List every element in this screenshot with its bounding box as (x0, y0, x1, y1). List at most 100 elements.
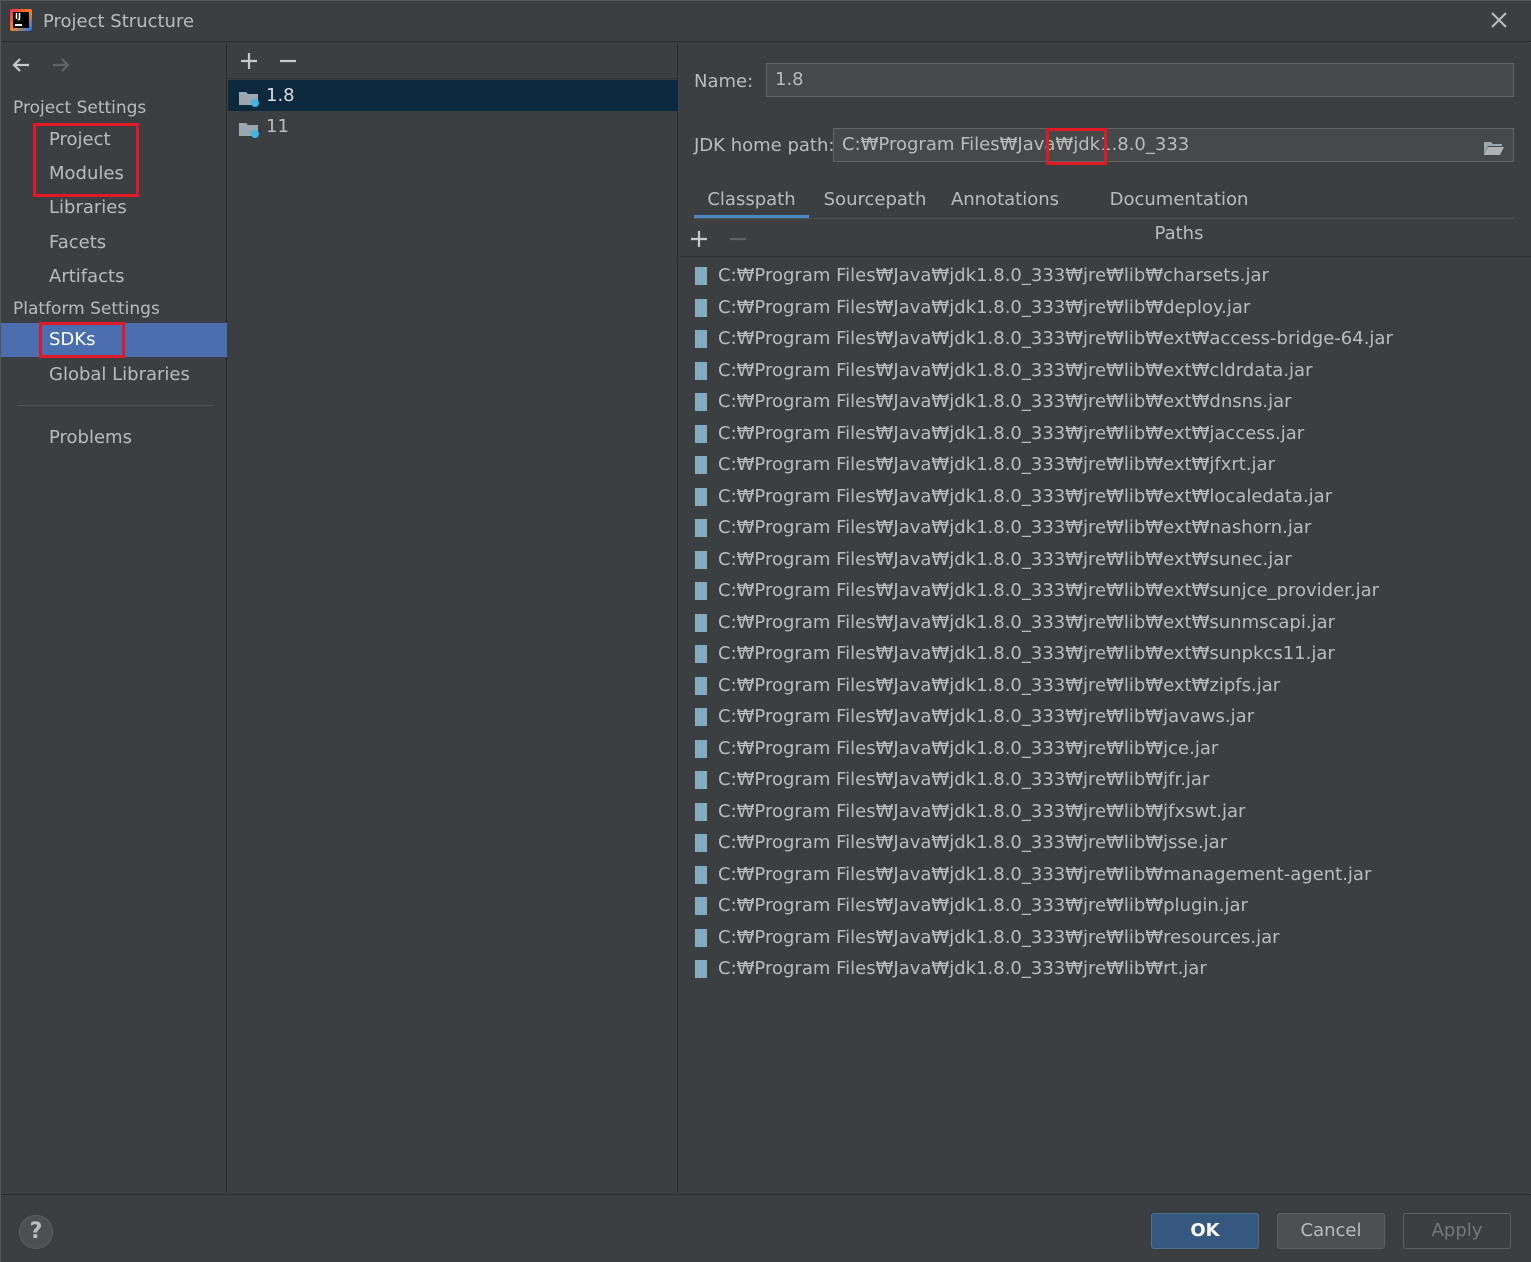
sdk-item-11[interactable]: 11 (228, 111, 678, 142)
classpath-item-label: C:₩Program Files₩Java₩jdk1.8.0_333₩jre₩l… (718, 422, 1305, 444)
classpath-item[interactable]: C:₩Program Files₩Java₩jdk1.8.0_333₩jre₩l… (691, 356, 1313, 386)
jar-file-icon (694, 329, 708, 349)
classpath-item-label: C:₩Program Files₩Java₩jdk1.8.0_333₩jre₩l… (718, 832, 1228, 853)
classpath-toolbar (679, 221, 1531, 257)
jdk-folder-icon (238, 117, 260, 138)
intellij-logo-icon: IJ (10, 9, 32, 31)
classpath-item-label: C:₩Program Files₩Java₩jdk1.8.0_333₩jre₩l… (718, 580, 1380, 601)
classpath-item[interactable]: C:₩Program Files₩Java₩jdk1.8.0_333₩jre₩l… (691, 608, 1335, 638)
classpath-item[interactable]: C:₩Program Files₩Java₩jdk1.8.0_333₩jre₩l… (691, 450, 1275, 480)
sidebar-item-facets[interactable]: Facets (1, 226, 227, 260)
title-bar: IJ Project Structure (1, 1, 1531, 42)
sdk-item-1-8[interactable]: 1.8 (228, 80, 678, 111)
tab-classpath[interactable]: Classpath (694, 183, 809, 219)
classpath-item-label: C:₩Program Files₩Java₩jdk1.8.0_333₩jre₩l… (718, 517, 1312, 538)
sidebar-item-modules[interactable]: Modules (1, 157, 227, 191)
jar-file-icon (694, 424, 708, 444)
classpath-item-label: C:₩Program Files₩Java₩jdk1.8.0_333₩jre₩l… (718, 643, 1335, 664)
sdk-item-label: 11 (266, 116, 289, 137)
classpath-item-label: C:₩Program Files₩Java₩jdk1.8.0_333₩jre₩l… (718, 611, 1336, 633)
classpath-item[interactable]: C:₩Program Files₩Java₩jdk1.8.0_333₩jre₩l… (691, 954, 1207, 984)
sidebar-item-sdks[interactable]: SDKs (1, 323, 227, 357)
classpath-item-label: C:₩Program Files₩Java₩jdk1.8.0_333₩jre₩l… (718, 737, 1219, 759)
apply-button[interactable]: Apply (1403, 1213, 1511, 1249)
tab-sourcepath[interactable]: Sourcepath (820, 183, 930, 219)
jar-file-icon (694, 802, 708, 822)
close-icon[interactable] (1486, 7, 1512, 33)
jar-file-icon (694, 865, 708, 885)
sidebar-item-project[interactable]: Project (1, 123, 227, 157)
classpath-item[interactable]: C:₩Program Files₩Java₩jdk1.8.0_333₩jre₩l… (691, 261, 1269, 291)
back-arrow-icon[interactable] (9, 53, 33, 77)
sidebar-divider (17, 405, 213, 406)
jar-file-icon (694, 676, 708, 696)
classpath-item[interactable]: C:₩Program Files₩Java₩jdk1.8.0_333₩jre₩l… (691, 702, 1254, 732)
classpath-item[interactable]: C:₩Program Files₩Java₩jdk1.8.0_333₩jre₩l… (691, 639, 1335, 669)
tab-annotations[interactable]: Annotations (950, 183, 1060, 219)
jar-file-icon (694, 518, 708, 538)
classpath-item[interactable]: C:₩Program Files₩Java₩jdk1.8.0_333₩jre₩l… (691, 828, 1227, 858)
window-title: Project Structure (43, 11, 195, 32)
help-button[interactable]: ? (19, 1215, 53, 1249)
cancel-button[interactable]: Cancel (1277, 1213, 1385, 1249)
classpath-item[interactable]: C:₩Program Files₩Java₩jdk1.8.0_333₩jre₩l… (691, 293, 1250, 323)
jar-file-icon (694, 770, 708, 790)
jar-file-icon (694, 487, 708, 507)
remove-classpath-icon[interactable] (726, 227, 750, 251)
classpath-item[interactable]: C:₩Program Files₩Java₩jdk1.8.0_333₩jre₩l… (691, 419, 1304, 449)
classpath-item[interactable]: C:₩Program Files₩Java₩jdk1.8.0_333₩jre₩l… (691, 545, 1292, 575)
jar-file-icon (694, 298, 708, 318)
classpath-item-label: C:₩Program Files₩Java₩jdk1.8.0_333₩jre₩l… (718, 863, 1372, 885)
ok-button[interactable]: OK (1151, 1213, 1259, 1249)
jdk-home-path-label: JDK home path: (694, 135, 835, 156)
classpath-item[interactable]: C:₩Program Files₩Java₩jdk1.8.0_333₩jre₩l… (691, 576, 1379, 606)
sdk-list: 1.8 11 (228, 80, 678, 142)
classpath-item[interactable]: C:₩Program Files₩Java₩jdk1.8.0_333₩jre₩l… (691, 923, 1280, 953)
jar-file-icon (694, 361, 708, 381)
remove-icon[interactable] (276, 49, 300, 73)
jar-file-icon (694, 928, 708, 948)
sdk-list-panel: 1.8 11 (228, 43, 678, 1193)
tabs-underline (694, 218, 1514, 219)
name-field[interactable]: 1.8 (766, 63, 1514, 97)
jdk-home-path-field[interactable]: C:₩Program Files₩Java₩jdk1.8.0_333 (833, 128, 1514, 162)
jdk-folder-icon (238, 86, 260, 107)
jar-file-icon (694, 707, 708, 727)
jar-file-icon (694, 550, 708, 570)
classpath-item[interactable]: C:₩Program Files₩Java₩jdk1.8.0_333₩jre₩l… (691, 387, 1292, 417)
sidebar-item-libraries[interactable]: Libraries (1, 191, 227, 225)
classpath-item-label: C:₩Program Files₩Java₩jdk1.8.0_333₩jre₩l… (718, 895, 1248, 916)
name-label: Name: (694, 71, 754, 92)
jar-file-icon (694, 581, 708, 601)
project-structure-dialog: IJ Project Structure Project Settings Pr… (0, 0, 1531, 1262)
classpath-item-label: C:₩Program Files₩Java₩jdk1.8.0_333₩jre₩l… (718, 958, 1207, 979)
sidebar-item-global-libraries[interactable]: Global Libraries (1, 358, 227, 392)
classpath-item[interactable]: C:₩Program Files₩Java₩jdk1.8.0_333₩jre₩l… (691, 891, 1248, 921)
sidebar-item-problems[interactable]: Problems (1, 421, 227, 455)
sdk-toolbar (228, 43, 678, 79)
classpath-item[interactable]: C:₩Program Files₩Java₩jdk1.8.0_333₩jre₩l… (691, 482, 1332, 512)
classpath-item[interactable]: C:₩Program Files₩Java₩jdk1.8.0_333₩jre₩l… (691, 513, 1311, 543)
classpath-item-label: C:₩Program Files₩Java₩jdk1.8.0_333₩jre₩l… (718, 328, 1393, 349)
jar-file-icon (694, 959, 708, 979)
classpath-item-label: C:₩Program Files₩Java₩jdk1.8.0_333₩jre₩l… (718, 926, 1280, 948)
classpath-item[interactable]: C:₩Program Files₩Java₩jdk1.8.0_333₩jre₩l… (691, 671, 1280, 701)
tab-documentation-paths[interactable]: Documentation Paths (1084, 183, 1274, 244)
classpath-item[interactable]: C:₩Program Files₩Java₩jdk1.8.0_333₩jre₩l… (691, 765, 1209, 795)
classpath-item-label: C:₩Program Files₩Java₩jdk1.8.0_333₩jre₩l… (718, 391, 1292, 412)
classpath-item-label: C:₩Program Files₩Java₩jdk1.8.0_333₩jre₩l… (718, 485, 1333, 507)
classpath-item[interactable]: C:₩Program Files₩Java₩jdk1.8.0_333₩jre₩l… (691, 734, 1218, 764)
classpath-item-label: C:₩Program Files₩Java₩jdk1.8.0_333₩jre₩l… (718, 548, 1292, 570)
classpath-item-label: C:₩Program Files₩Java₩jdk1.8.0_333₩jre₩l… (718, 454, 1275, 475)
platform-settings-heading: Platform Settings (13, 299, 160, 319)
forward-arrow-icon[interactable] (49, 53, 73, 77)
classpath-item[interactable]: C:₩Program Files₩Java₩jdk1.8.0_333₩jre₩l… (691, 797, 1245, 827)
classpath-item-label: C:₩Program Files₩Java₩jdk1.8.0_333₩jre₩l… (718, 296, 1251, 318)
sidebar-item-artifacts[interactable]: Artifacts (1, 260, 227, 294)
add-icon[interactable] (237, 49, 261, 73)
add-classpath-icon[interactable] (687, 227, 711, 251)
classpath-item-label: C:₩Program Files₩Java₩jdk1.8.0_333₩jre₩l… (718, 265, 1269, 286)
classpath-item[interactable]: C:₩Program Files₩Java₩jdk1.8.0_333₩jre₩l… (691, 324, 1393, 354)
browse-folder-icon[interactable] (1483, 136, 1505, 155)
classpath-item[interactable]: C:₩Program Files₩Java₩jdk1.8.0_333₩jre₩l… (691, 860, 1371, 890)
